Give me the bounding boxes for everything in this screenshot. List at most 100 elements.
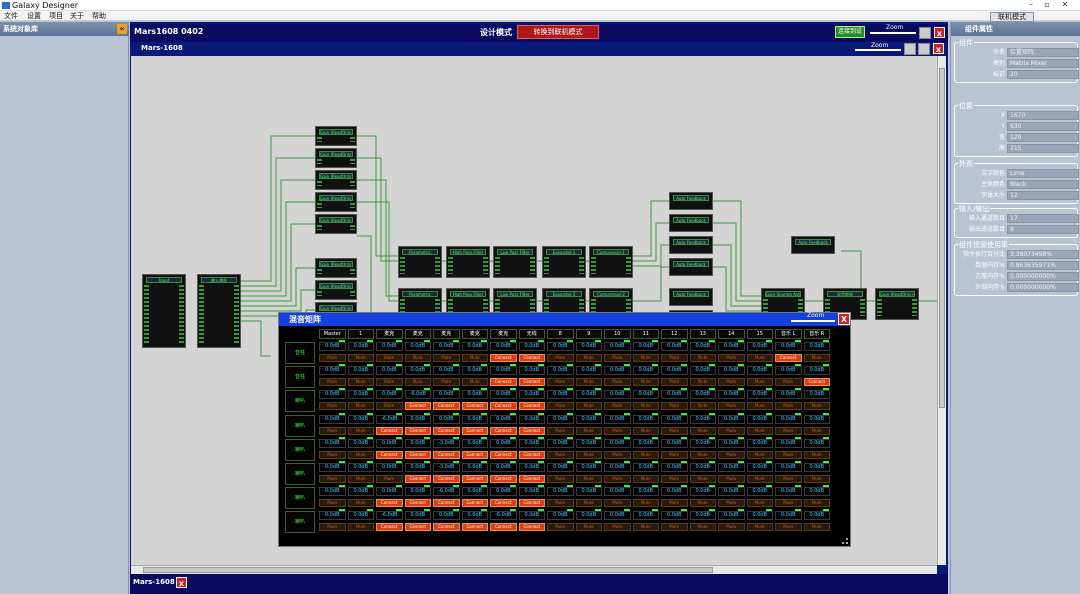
matrix-gain-cell[interactable]: 0.0dB [746,463,773,472]
matrix-gain-cell[interactable]: 0.0dB [718,414,745,424]
matrix-gain-cell[interactable]: 0.0dB [490,487,517,497]
matrix-mute-button[interactable]: Mute [689,475,716,483]
matrix-mute-button[interactable]: Mute [376,475,403,483]
dsp-block[interactable]: Auto Feedback [669,192,713,210]
matrix-mute-button[interactable]: Mute [319,354,346,362]
matrix-gain-cell[interactable]: 0.0dB [746,487,773,497]
matrix-gain-cell[interactable]: 0.0dB [632,342,659,351]
matrix-connect-button[interactable]: Connect [376,499,403,508]
matrix-connect-button[interactable]: Connect [461,402,488,411]
matrix-gain-cell[interactable]: 0.0dB [604,487,631,497]
matrix-gain-cell[interactable]: 0.0dB [718,487,745,497]
matrix-gain-cell[interactable]: 0.0dB [689,342,716,351]
matrix-gain-cell[interactable]: 0.0dB [433,414,460,424]
matrix-connect-button[interactable]: Connect [490,499,517,508]
matrix-gain-cell[interactable]: 0.0dB [803,511,830,521]
matrix-gain-cell[interactable]: 0.0dB [347,438,374,448]
matrix-gain-cell[interactable]: 0.0dB [461,390,488,400]
matrix-gain-cell[interactable]: 0.0dB [775,438,802,448]
matrix-gain-cell[interactable]: 0.0dB [461,463,488,472]
dsp-block[interactable]: Auto Feedback [669,214,713,232]
matrix-connect-button[interactable]: Connect [376,523,403,532]
canvas-view-icon[interactable] [904,43,916,55]
dsp-block[interactable]: Gain (ReadOnly)-5 [315,214,357,234]
maximize-icon[interactable]: ▫ [1040,0,1054,10]
matrix-gain-cell[interactable]: 0.0dB [347,487,374,497]
connect-device-button[interactable]: 连接到设 [835,26,865,38]
input-pins[interactable] [448,257,453,274]
matrix-mute-button[interactable]: Mute [347,475,374,483]
dsp-block[interactable]: Gain (ReadOnly)-7 [315,258,357,278]
matrix-mute-button[interactable]: Mute [775,475,802,483]
property-value[interactable]: 0.000000000% [1007,283,1079,292]
matrix-connect-button[interactable]: Connect [490,354,517,362]
matrix-mute-button[interactable]: Mute [803,475,830,483]
matrix-gain-cell[interactable]: 0.0dB [518,390,545,400]
matrix-mute-button[interactable]: Mute [632,475,659,483]
matrix-gain-cell[interactable]: 0.0dB [575,366,602,376]
input-pins[interactable] [317,181,322,186]
matrix-gain-cell[interactable]: 0.0dB [376,342,403,351]
matrix-mute-button[interactable]: Mute [718,523,745,532]
matrix-gain-cell[interactable]: 0.0dB [746,438,773,448]
matrix-mute-button[interactable]: Mute [803,402,830,411]
dsp-block[interactable]: Low Pass Filter [493,246,537,278]
matrix-mute-button[interactable]: Mute [604,450,631,459]
matrix-mute-button[interactable]: Mute [347,426,374,435]
dsp-block[interactable]: Expander-1 [542,246,586,278]
matrix-connect-button[interactable]: Connect [461,523,488,532]
matrix-connect-button[interactable]: Connect [461,426,488,435]
matrix-mute-button[interactable]: Mute [575,523,602,532]
matrix-mute-button[interactable]: Mute [547,475,574,483]
matrix-mute-button[interactable]: Mute [661,378,688,387]
matrix-gain-cell[interactable]: 0.0dB [461,414,488,424]
matrix-gain-cell[interactable]: 0.0dB [319,438,346,448]
matrix-gain-cell[interactable]: 0.0dB [661,390,688,400]
matrix-gain-cell[interactable]: 0.0dB [575,463,602,472]
property-value[interactable]: 630 [1007,122,1079,131]
output-pins[interactable] [179,285,184,344]
matrix-mute-button[interactable]: Mute [661,475,688,483]
matrix-mute-button[interactable]: Mute [775,450,802,459]
matrix-connect-button[interactable]: Connect [490,402,517,411]
matrix-gain-cell[interactable]: 0.0dB [433,390,460,400]
matrix-connect-button[interactable]: Connect [433,426,460,435]
output-pins[interactable] [234,285,239,344]
collapse-left-icon[interactable]: « [117,24,127,34]
matrix-gain-cell[interactable]: 0.0dB [718,342,745,351]
matrix-gain-cell[interactable]: 0.0dB [490,390,517,400]
matrix-gain-cell[interactable]: 0.0dB [461,438,488,448]
matrix-gain-cell[interactable]: 0.0dB [518,342,545,351]
matrix-mute-button[interactable]: Mute [661,426,688,435]
matrix-gain-cell[interactable]: 0.0dB [775,390,802,400]
property-value[interactable]: Matrix Mixer [1007,59,1079,68]
output-pins[interactable] [626,257,631,274]
matrix-gain-cell[interactable]: 0.0dB [775,366,802,376]
matrix-gain-cell[interactable]: 0.0dB [404,463,431,472]
online-mode-tab[interactable]: 联机模式 [990,12,1034,22]
matrix-mute-button[interactable]: Mute [575,426,602,435]
matrix-gain-cell[interactable]: 0.0dB [347,390,374,400]
matrix-gain-cell[interactable]: -3.0dB [433,463,460,472]
matrix-gain-cell[interactable]: 0.0dB [661,414,688,424]
matrix-mute-button[interactable]: Mute [604,402,631,411]
matrix-gain-cell[interactable]: 0.0dB [803,438,830,448]
resize-grip-icon[interactable] [842,538,848,544]
matrix-connect-button[interactable]: Connect [404,499,431,508]
matrix-mute-button[interactable]: Mute [803,354,830,362]
matrix-gain-cell[interactable]: 0.0dB [376,366,403,376]
matrix-gain-cell[interactable]: -6.0dB [376,414,403,424]
matrix-gain-cell[interactable]: 0.0dB [347,414,374,424]
input-pins[interactable] [877,299,882,316]
dsp-block[interactable]: Compressor-1 [589,246,633,278]
matrix-mute-button[interactable]: Mute [689,450,716,459]
matrix-gain-cell[interactable]: 0.0dB [803,414,830,424]
matrix-mute-button[interactable]: Mute [689,499,716,508]
matrix-gain-cell[interactable]: 0.0dB [689,487,716,497]
matrix-mute-button[interactable]: Mute [632,523,659,532]
matrix-gain-cell[interactable]: 0.0dB [518,487,545,497]
matrix-gain-cell[interactable]: 0.0dB [518,414,545,424]
input-pins[interactable] [199,285,204,344]
matrix-mute-button[interactable]: Mute [718,499,745,508]
matrix-gain-cell[interactable]: 0.0dB [661,438,688,448]
